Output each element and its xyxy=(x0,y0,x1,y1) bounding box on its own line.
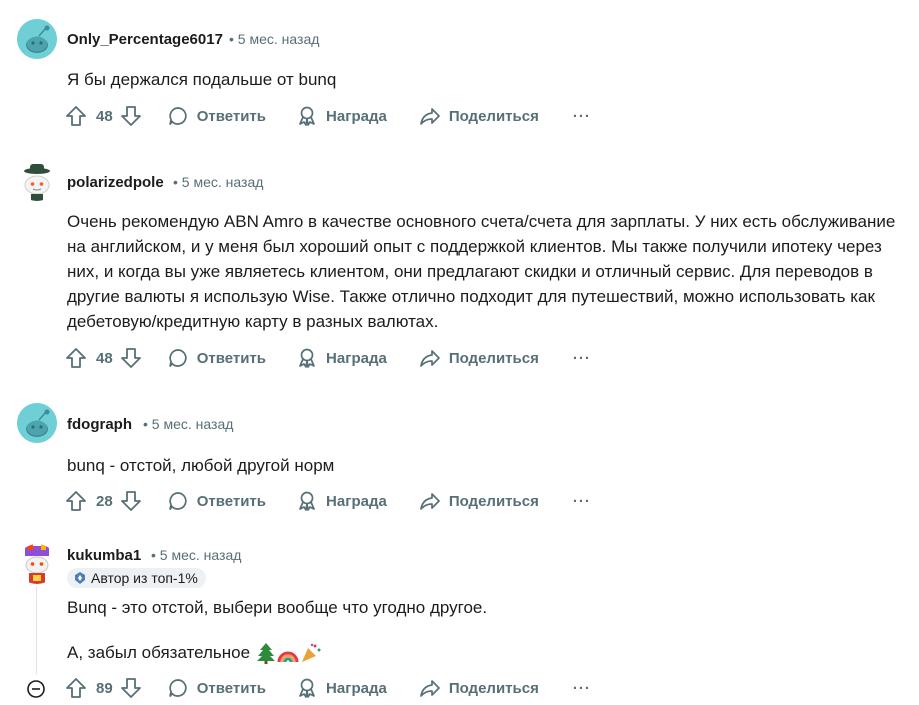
downvote-icon[interactable] xyxy=(119,676,143,700)
vote-count: 89 xyxy=(96,679,113,697)
thread-line[interactable] xyxy=(36,586,37,674)
comment-body: Очень рекомендую ABN Amro в качестве осн… xyxy=(67,209,912,334)
share-label: Поделиться xyxy=(448,492,539,510)
comment-actions: 48 Ответить Награда Поделиться ··· xyxy=(64,344,591,372)
upvote-icon[interactable] xyxy=(64,104,88,128)
comment-icon xyxy=(167,490,189,512)
reply-button[interactable]: Ответить xyxy=(167,344,266,372)
award-button[interactable]: Награда xyxy=(296,674,387,702)
comment-body: Я бы держался подальше от bunq xyxy=(67,67,912,92)
downvote-icon[interactable] xyxy=(119,489,143,513)
comment-actions: 48 Ответить Награда Поделиться ··· xyxy=(64,102,591,130)
user-avatar[interactable] xyxy=(17,161,57,201)
award-icon xyxy=(296,490,318,512)
timestamp-text: 5 мес. назад xyxy=(151,416,234,432)
comment-timestamp: • 5 мес. назад xyxy=(173,174,264,190)
upvote-icon[interactable] xyxy=(64,489,88,513)
comment-icon xyxy=(167,347,189,369)
reply-button[interactable]: Ответить xyxy=(167,674,266,702)
upvote-icon[interactable] xyxy=(64,676,88,700)
timestamp-text: 5 мес. назад xyxy=(237,31,320,47)
reply-label: Ответить xyxy=(196,679,267,697)
share-button[interactable]: Поделиться xyxy=(419,102,539,130)
comment-paragraph: А, забыл обязательное xyxy=(67,643,251,662)
award-icon xyxy=(296,105,318,127)
snoo-avatar-icon xyxy=(17,544,57,584)
party-popper-emoji-icon xyxy=(300,642,322,664)
share-button[interactable]: Поделиться xyxy=(419,487,539,515)
award-label: Награда xyxy=(326,349,387,367)
collapse-thread-icon[interactable] xyxy=(27,680,45,698)
upvote-icon[interactable] xyxy=(64,346,88,370)
badge-icon xyxy=(73,571,87,585)
comment-timestamp: • 5 мес. назад xyxy=(229,31,320,47)
share-label: Поделиться xyxy=(448,679,539,697)
vote-count: 28 xyxy=(96,492,113,510)
top-contributor-badge: Автор из топ-1% xyxy=(67,568,206,588)
user-avatar[interactable] xyxy=(17,544,57,584)
comment-timestamp: • 5 мес. назад xyxy=(143,416,234,432)
comment-body: Bunq - это отстой, выбери вообще что уго… xyxy=(67,595,912,620)
share-icon xyxy=(419,105,441,127)
more-options-icon[interactable]: ··· xyxy=(573,350,591,367)
award-button[interactable]: Награда xyxy=(296,102,387,130)
award-label: Награда xyxy=(326,679,387,697)
comment-paragraph: Bunq - это отстой, выбери вообще что уго… xyxy=(67,598,488,617)
award-button[interactable]: Награда xyxy=(296,487,387,515)
user-avatar[interactable] xyxy=(17,403,57,443)
timestamp-text: 5 мес. назад xyxy=(181,174,264,190)
reply-label: Ответить xyxy=(196,349,267,367)
comment-actions: 28 Ответить Награда Поделиться ··· xyxy=(64,487,591,515)
reply-label: Ответить xyxy=(196,492,267,510)
snoo-avatar-icon xyxy=(17,19,57,59)
share-icon xyxy=(419,677,441,699)
share-icon xyxy=(419,347,441,369)
reply-button[interactable]: Ответить xyxy=(167,487,266,515)
comment-icon xyxy=(167,677,189,699)
reply-label: Ответить xyxy=(196,107,267,125)
comment-paragraph: Очень рекомендую ABN Amro в качестве осн… xyxy=(67,212,896,331)
timestamp-text: 5 мес. назад xyxy=(159,547,242,563)
vote-count: 48 xyxy=(96,107,113,125)
comment-icon xyxy=(167,105,189,127)
comment-body-second: А, забыл обязательное xyxy=(67,640,912,665)
award-button[interactable]: Награда xyxy=(296,344,387,372)
comment-author[interactable]: polarizedpole xyxy=(67,174,164,191)
vote-count: 48 xyxy=(96,349,113,367)
comment-body: bunq - отстой, любой другой норм xyxy=(67,453,912,478)
reply-button[interactable]: Ответить xyxy=(167,102,266,130)
more-options-icon[interactable]: ··· xyxy=(573,680,591,697)
comment-author[interactable]: kukumba1 xyxy=(67,547,141,564)
snoo-avatar-icon xyxy=(17,161,57,201)
share-button[interactable]: Поделиться xyxy=(419,674,539,702)
award-icon xyxy=(296,347,318,369)
tree-emoji-icon xyxy=(256,642,276,664)
share-label: Поделиться xyxy=(448,107,539,125)
comment-author[interactable]: fdograph xyxy=(67,416,132,433)
comment-author[interactable]: Only_Percentage6017 xyxy=(67,31,223,48)
share-button[interactable]: Поделиться xyxy=(419,344,539,372)
downvote-icon[interactable] xyxy=(119,346,143,370)
badge-label: Автор из топ-1% xyxy=(91,570,198,586)
downvote-icon[interactable] xyxy=(119,104,143,128)
share-icon xyxy=(419,490,441,512)
comment-paragraph: Я бы держался подальше от bunq xyxy=(67,70,337,89)
comment-paragraph: bunq - отстой, любой другой норм xyxy=(67,456,335,475)
rainbow-emoji-icon xyxy=(277,642,299,664)
comment-timestamp: • 5 мес. назад xyxy=(151,547,242,563)
share-label: Поделиться xyxy=(448,349,539,367)
snoo-avatar-icon xyxy=(17,403,57,443)
award-label: Награда xyxy=(326,492,387,510)
award-label: Награда xyxy=(326,107,387,125)
more-options-icon[interactable]: ··· xyxy=(573,493,591,510)
comment-actions: 89 Ответить Награда Поделиться ··· xyxy=(64,674,591,702)
user-avatar[interactable] xyxy=(17,19,57,59)
award-icon xyxy=(296,677,318,699)
more-options-icon[interactable]: ··· xyxy=(573,108,591,125)
